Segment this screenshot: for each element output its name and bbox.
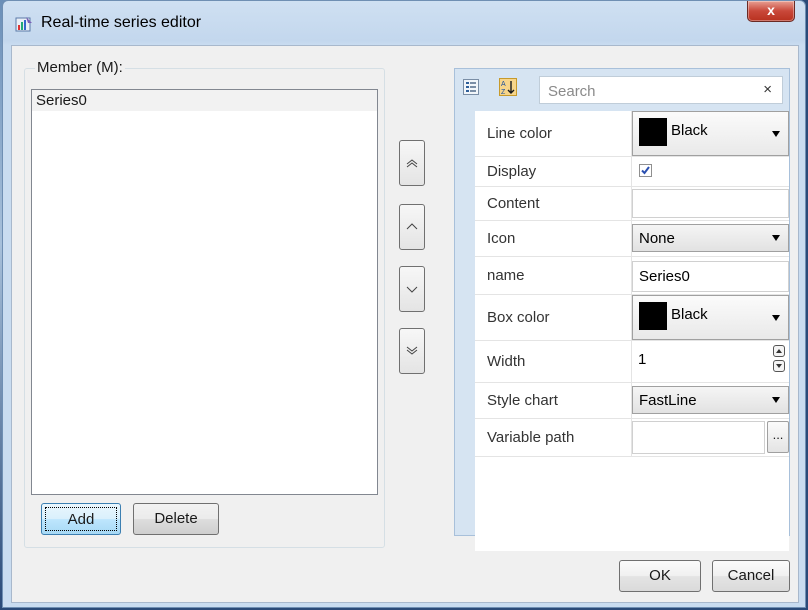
property-empty-area — [475, 457, 789, 551]
dropdown-arrow-icon — [772, 130, 780, 137]
icon-cell: None — [631, 221, 789, 256]
property-row-content: Content — [475, 187, 789, 221]
double-chevron-down-icon — [406, 346, 418, 355]
property-row-display: Display — [475, 157, 789, 187]
close-button[interactable]: x — [747, 1, 795, 22]
icon-dropdown[interactable]: None — [632, 224, 789, 252]
svg-text:A: A — [501, 81, 506, 88]
add-button[interactable]: Add — [41, 503, 121, 535]
move-to-top-button[interactable] — [399, 140, 425, 186]
icon-label: Icon — [487, 230, 516, 247]
box-color-value: Black — [671, 306, 708, 323]
property-rows: Line color Black Display Content Icon No… — [475, 111, 789, 551]
line-color-dropdown[interactable]: Black — [632, 111, 789, 156]
display-label: Display — [487, 163, 537, 180]
chevron-down-icon — [406, 286, 418, 293]
categorized-view-icon[interactable] — [463, 79, 479, 95]
close-icon: x — [767, 2, 775, 18]
checkmark-icon — [641, 166, 650, 175]
content-cell — [631, 187, 789, 220]
content-field[interactable] — [632, 189, 789, 218]
move-up-button[interactable] — [399, 204, 425, 250]
browse-button[interactable]: ... — [767, 421, 789, 453]
name-cell: Series0 — [631, 257, 789, 294]
dialog-window: Real-time series editor x Member (M): Se… — [2, 0, 806, 608]
display-cell — [631, 157, 789, 186]
variable-path-cell: ... — [631, 419, 789, 456]
list-item[interactable]: Series0 — [32, 90, 377, 111]
box-color-dropdown[interactable]: Black — [632, 295, 789, 340]
style-chart-dropdown[interactable]: FastLine — [632, 386, 789, 414]
box-color-cell: Black — [631, 295, 789, 340]
line-color-swatch — [639, 118, 667, 146]
move-to-bottom-button[interactable] — [399, 328, 425, 374]
line-color-value: Black — [671, 122, 708, 139]
clear-search-icon[interactable]: × — [763, 81, 772, 98]
name-value: Series0 — [639, 268, 690, 285]
property-row-name: name Series0 — [475, 257, 789, 295]
line-color-label: Line color — [487, 125, 553, 142]
icon-value: None — [639, 230, 675, 247]
style-chart-label: Style chart — [487, 392, 558, 409]
dropdown-arrow-icon — [772, 235, 780, 241]
spin-down-icon[interactable] — [773, 360, 785, 372]
window-title: Real-time series editor — [41, 14, 202, 31]
chart-app-icon — [15, 17, 32, 32]
ok-button[interactable]: OK — [619, 560, 701, 592]
name-label: name — [487, 267, 525, 284]
member-list[interactable]: Series0 — [31, 89, 378, 495]
cancel-button[interactable]: Cancel — [712, 560, 790, 592]
box-color-label: Box color — [487, 309, 550, 326]
property-row-icon: Icon None — [475, 221, 789, 257]
variable-path-label: Variable path — [487, 429, 575, 446]
property-toolbar: A Z × — [455, 69, 789, 107]
name-field[interactable]: Series0 — [632, 261, 789, 292]
style-chart-cell: FastLine — [631, 383, 789, 418]
width-value[interactable]: 1 — [638, 341, 646, 379]
property-row-variable-path: Variable path ... — [475, 419, 789, 457]
add-button-label: Add — [45, 507, 117, 531]
search-box: × — [539, 76, 783, 104]
variable-path-field[interactable] — [632, 421, 765, 454]
content-label: Content — [487, 195, 540, 212]
display-checkbox[interactable] — [639, 164, 652, 177]
width-spinner[interactable] — [773, 345, 785, 373]
chevron-up-icon — [406, 223, 418, 230]
style-chart-value: FastLine — [639, 392, 697, 409]
title-bar: Real-time series editor x — [3, 1, 805, 45]
property-row-line-color: Line color Black — [475, 111, 789, 157]
dropdown-arrow-icon — [772, 314, 780, 321]
search-input[interactable] — [546, 81, 750, 101]
box-color-swatch — [639, 302, 667, 330]
move-down-button[interactable] — [399, 266, 425, 312]
spin-up-icon[interactable] — [773, 345, 785, 357]
property-row-style-chart: Style chart FastLine — [475, 383, 789, 419]
property-row-box-color: Box color Black — [475, 295, 789, 341]
dropdown-arrow-icon — [772, 397, 780, 403]
line-color-cell: Black — [631, 111, 789, 156]
double-chevron-up-icon — [406, 159, 418, 168]
member-group: Member (M): Series0 Add Delete — [24, 59, 385, 548]
property-grid: A Z × Line color Black — [454, 68, 790, 551]
member-legend: Member (M): — [35, 59, 125, 76]
delete-button[interactable]: Delete — [133, 503, 219, 535]
property-row-width: Width 1 — [475, 341, 789, 383]
width-cell: 1 — [631, 341, 789, 382]
sort-alphabetical-icon[interactable]: A Z — [499, 78, 517, 96]
dialog-body: Member (M): Series0 Add Delete A Z Searc… — [11, 45, 799, 603]
width-label: Width — [487, 353, 526, 370]
svg-text:Z: Z — [501, 89, 506, 96]
